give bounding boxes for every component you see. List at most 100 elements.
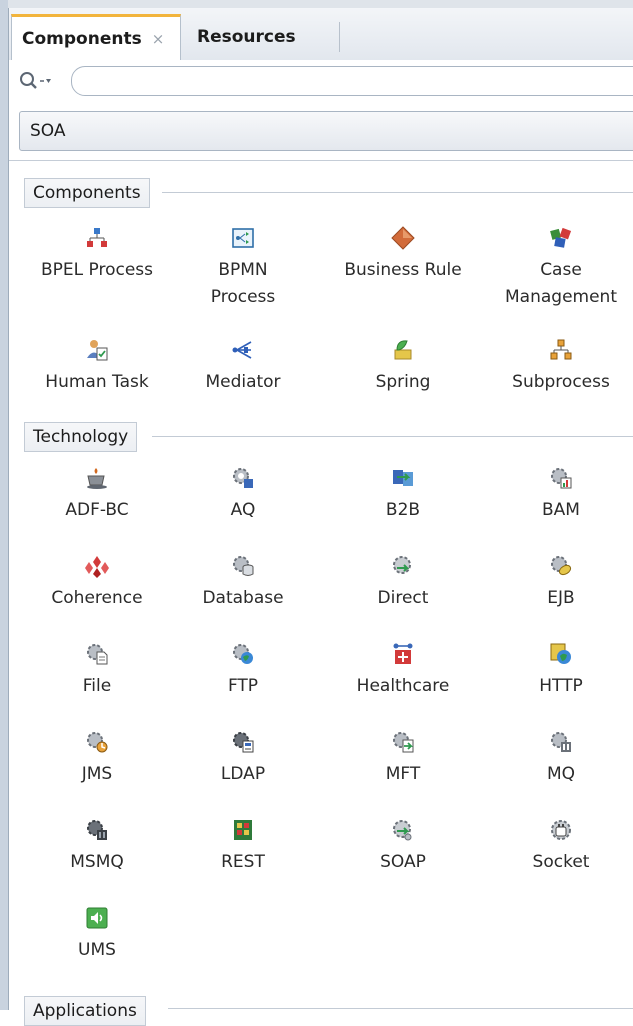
adapter-label: BAM xyxy=(542,500,580,520)
adf-bc-icon xyxy=(87,468,107,489)
component-label: Subprocess xyxy=(512,372,610,392)
search-input[interactable] xyxy=(71,66,633,96)
adapter-label: MQ xyxy=(546,764,576,784)
adapter-direct[interactable]: Direct xyxy=(328,554,478,612)
section-header-components[interactable]: Components xyxy=(24,178,150,208)
adapter-ldap[interactable]: LDAP xyxy=(168,730,318,788)
component-label: Business Rule xyxy=(344,260,462,280)
adapter-adf-bc[interactable]: ADF-BC xyxy=(22,466,172,524)
adapter-b2b[interactable]: B2B xyxy=(328,466,478,524)
adapter-coherence[interactable]: Coherence xyxy=(22,554,172,612)
adapter-mft[interactable]: MFT xyxy=(328,730,478,788)
aq-icon xyxy=(233,468,253,488)
component-spring[interactable]: Spring xyxy=(328,338,478,396)
b2b-icon xyxy=(393,470,413,486)
component-mediator[interactable]: Mediator xyxy=(168,338,318,396)
adapter-label: AQ xyxy=(230,500,256,520)
component-label: Case Management xyxy=(505,260,617,307)
adapter-label: Direct xyxy=(377,588,429,608)
search-icon[interactable] xyxy=(18,68,54,94)
adapter-msmq[interactable]: MSMQ xyxy=(22,818,172,876)
msmq-icon xyxy=(87,820,107,840)
adapter-ejb[interactable]: EJB xyxy=(486,554,633,612)
mediator-icon xyxy=(232,341,252,359)
subprocess-icon xyxy=(550,339,572,360)
adapter-file[interactable]: File xyxy=(22,642,172,700)
database-icon xyxy=(233,556,254,576)
adapter-bam[interactable]: BAM xyxy=(486,466,633,524)
component-label: BPEL Process xyxy=(40,260,154,280)
search-row xyxy=(9,60,633,102)
component-label: Mediator xyxy=(205,372,281,392)
window-left-border xyxy=(8,0,9,1010)
tab-bar: Components × Resources xyxy=(9,8,633,61)
adapter-label: File xyxy=(82,676,112,696)
close-icon[interactable]: × xyxy=(152,30,165,48)
tab-components[interactable]: Components × xyxy=(11,14,181,60)
bpmn-process-icon xyxy=(232,228,254,248)
ums-icon xyxy=(86,907,108,929)
adapter-socket[interactable]: Socket xyxy=(486,818,633,876)
http-icon xyxy=(550,643,571,664)
component-bpel-process[interactable]: BPEL Process xyxy=(22,226,172,284)
section-header-applications[interactable]: Applications xyxy=(24,996,146,1026)
tab-resources[interactable]: Resources xyxy=(187,14,327,60)
adapter-label: UMS xyxy=(78,940,116,960)
adapter-database[interactable]: Database xyxy=(168,554,318,612)
adapter-ums[interactable]: UMS xyxy=(22,906,172,964)
adapter-label: SOAP xyxy=(380,852,426,872)
adapter-label: HTTP xyxy=(539,676,583,696)
adapter-label: JMS xyxy=(81,764,113,784)
case-management-icon xyxy=(550,227,572,248)
bam-icon xyxy=(551,468,572,489)
adapter-label: MSMQ xyxy=(70,852,124,872)
component-subprocess[interactable]: Subprocess xyxy=(486,338,633,396)
component-bpmn-process[interactable]: BPMN Process xyxy=(168,226,318,311)
business-rule-icon xyxy=(391,226,415,250)
component-human-task[interactable]: Human Task xyxy=(22,338,172,396)
adapter-label: Database xyxy=(202,588,284,608)
bpel-process-icon xyxy=(87,228,107,247)
jms-icon xyxy=(87,732,108,753)
catalog-selected-value: SOA xyxy=(30,121,66,141)
mft-icon xyxy=(393,732,414,753)
adapter-healthcare[interactable]: Healthcare xyxy=(328,642,478,700)
section-title: Technology xyxy=(33,427,129,447)
human-task-icon xyxy=(87,340,108,361)
divider xyxy=(9,160,633,161)
adapter-mq[interactable]: MQ xyxy=(486,730,633,788)
section-divider xyxy=(162,192,633,193)
adapter-label: Socket xyxy=(532,852,590,872)
catalog-select[interactable]: SOA xyxy=(19,111,633,151)
adapter-aq[interactable]: AQ xyxy=(168,466,318,524)
component-label: BPMN Process xyxy=(210,260,276,307)
tab-resources-label: Resources xyxy=(197,27,296,47)
section-header-technology[interactable]: Technology xyxy=(24,422,138,452)
window-top-frame xyxy=(8,0,633,8)
adapter-label: REST xyxy=(221,852,265,872)
file-icon xyxy=(87,644,108,665)
adapter-jms[interactable]: JMS xyxy=(22,730,172,788)
component-business-rule[interactable]: Business Rule xyxy=(328,226,478,284)
rest-icon xyxy=(234,820,252,840)
adapter-soap[interactable]: SOAP xyxy=(328,818,478,876)
adapter-label: MFT xyxy=(385,764,421,784)
spring-icon xyxy=(394,340,412,360)
adapter-label: LDAP xyxy=(220,764,266,784)
section-divider xyxy=(168,1008,633,1009)
adapter-ftp[interactable]: FTP xyxy=(168,642,318,700)
component-label: Human Task xyxy=(45,372,149,392)
healthcare-icon xyxy=(393,643,413,664)
section-divider xyxy=(152,436,633,437)
adapter-http[interactable]: HTTP xyxy=(486,642,633,700)
direct-icon xyxy=(393,556,411,574)
coherence-icon xyxy=(85,556,109,578)
component-case-management[interactable]: Case Management xyxy=(486,226,633,311)
tab-components-label: Components xyxy=(22,28,142,49)
adapter-label: Coherence xyxy=(51,588,143,608)
section-title: Components xyxy=(33,183,141,203)
ejb-icon xyxy=(551,556,572,576)
adapter-label: ADF-BC xyxy=(65,500,129,520)
adapter-rest[interactable]: REST xyxy=(168,818,318,876)
component-label: Spring xyxy=(375,372,431,392)
